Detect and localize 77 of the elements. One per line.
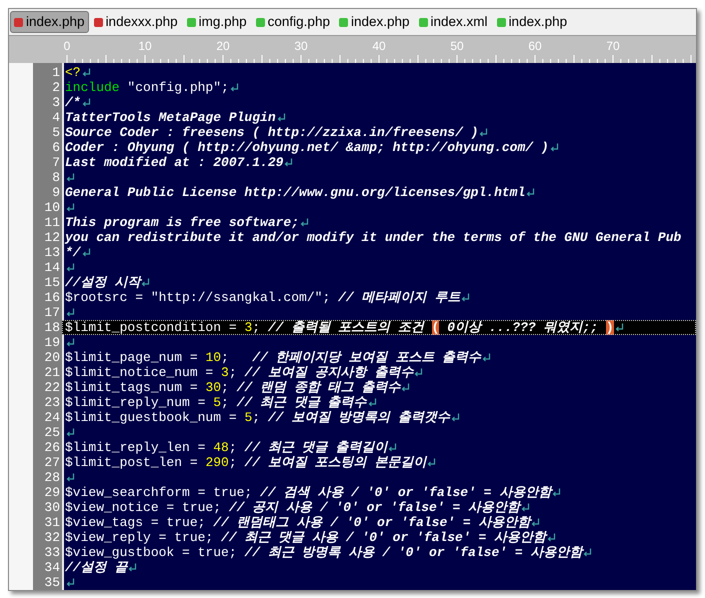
line-number: 25 [43,425,61,440]
line-number: 24 [43,410,61,425]
file-tab[interactable]: img.php [182,11,251,33]
line-number: 17 [43,305,61,320]
code-line: General Public License http://www.gnu.org/licenses/gpl.html [65,185,526,200]
line-number: 2 [51,80,61,95]
file-tab[interactable]: indexxx.php [90,11,182,33]
line-number: 35 [43,575,61,590]
code-line: $limit_page_num = 10; // 한페이지당 보여질 포스트 출력수 [65,350,482,365]
line-number: 9 [51,185,61,200]
line-number: 26 [43,440,61,455]
line-number: 28 [43,470,61,485]
line-number: 6 [51,140,61,155]
line-number: 33 [43,545,61,560]
line-number: 14 [43,260,61,275]
line-number: 27 [43,455,61,470]
line-number: 20 [43,350,61,365]
ruler-label: 20 [216,38,230,55]
ruler-label: 0 [64,38,70,55]
file-tab[interactable]: config.php [252,11,334,33]
line-number: 31 [43,515,61,530]
ruler-label: 40 [372,38,386,55]
file-tab[interactable]: index.php [492,11,572,33]
code-line: Last modified at : 2007.1.29 [65,155,284,170]
file-tab[interactable]: index.php [10,11,89,33]
code-line: $rootsrc = "http://ssangkal.com/"; // 메타페이지 루트 [65,290,460,305]
line-number: 5 [51,125,61,140]
line-number: 10 [43,200,61,215]
line-number: 8 [51,170,61,185]
code-line: $limit_reply_len = 48; // 최근 댓글 출력길이 [65,440,388,455]
code-line: $view_reply = true; // 최근 댓글 사용 / '0' or 'false' = 사용안함 [65,530,546,545]
line-number: 7 [51,155,61,170]
file-tab[interactable]: index.php [334,11,414,33]
line-number: 15 [43,275,61,290]
line-number: 4 [51,110,61,125]
code-line: Source Coder : freesens ( http://zzixa.in/freesens/ ) [65,125,478,140]
code-line: TatterTools MetaPage Plugin [65,110,276,125]
line-number: 12 [43,230,61,245]
code-line: //설정 끝 [65,560,128,575]
code-line: Coder : Ohyung ( http://ohyung.net/ &amp; http://ohyung.com/ ) [65,140,549,155]
line-number: 19 [43,335,61,350]
code-line: $limit_postcondition = 3; // 출력될 포스트의 조건 ( 0이상 ...??? 뭐였지;; ) [65,320,614,335]
line-number: 11 [43,215,61,230]
line-number: 13 [43,245,61,260]
code-line: $limit_reply_num = 5; // 최근 댓글 출력수 [65,395,367,410]
ruler-label: 30 [294,38,308,55]
line-number: 1 [51,65,61,80]
code-line: you can redistribute it and/or modify it under the terms of the GNU General Pub [65,230,682,245]
code-line: $view_tags = true; // 랜덤태그 사용 / '0' or 'false' = 사용안함 [65,515,530,530]
code-line: */ [65,245,81,260]
code-line: $view_gustbook = true; // 최근 방명록 사용 / '0' or 'false' = 사용안함 [65,545,582,560]
ruler-label: 60 [528,38,542,55]
code-line: $limit_tags_num = 30; // 랜덤 종합 태그 출력수 [65,380,400,395]
code-line: $view_notice = true; // 공지 사용 / '0' or 'false' = 사용안함 [65,500,520,515]
line-number: 34 [43,560,61,575]
code-line: include "config.php"; [65,80,229,95]
file-tab[interactable]: index.xml [414,11,492,33]
code-line: /* [65,95,81,110]
code-line: //설정 시작 [65,275,140,290]
line-number: 18 [43,320,61,335]
line-number: 23 [43,395,61,410]
line-number: 32 [43,530,61,545]
code-line: $limit_post_len = 290; // 보여질 포스팅의 본문길이 [65,455,426,470]
ruler-label: 70 [606,38,620,55]
code-line: $view_searchform = true; // 검색 사용 / '0' or 'false' = 사용안함 [65,485,552,500]
code-line: This program is free software; [65,215,300,230]
line-number: 3 [51,95,61,110]
line-number: 29 [43,485,61,500]
line-number: 21 [43,365,61,380]
code-line: <? [65,65,81,80]
ruler-label: 10 [138,38,152,55]
line-number: 30 [43,500,61,515]
ruler-label: 50 [450,38,464,55]
line-number: 16 [43,290,61,305]
code-line: $limit_notice_num = 3; // 보여질 공지사항 출력수 [65,365,414,380]
line-number: 22 [43,380,61,395]
code-line: $limit_guestbook_num = 5; // 보여질 방명록의 출력갯수 [65,410,450,425]
